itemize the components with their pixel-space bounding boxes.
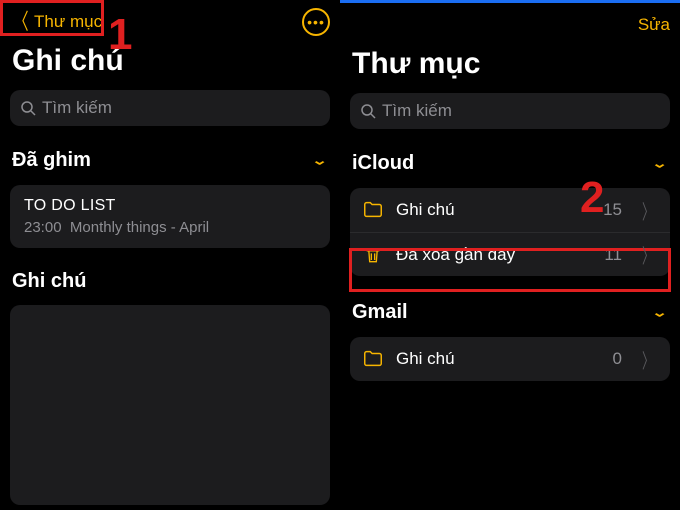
top-nav: 〈 Thư mục ••• <box>10 0 330 40</box>
account-section-gmail[interactable]: Gmail ⌄ <box>350 296 670 337</box>
edit-button[interactable]: Sửa <box>638 15 670 35</box>
folder-label: Đã xoá gần đây <box>396 245 592 265</box>
folder-count: 15 <box>603 200 622 220</box>
folder-group-icloud: Ghi chú 15 〉 Đã xoá gần đây 11 〉 <box>350 188 670 276</box>
search-placeholder: Tìm kiếm <box>42 98 112 118</box>
note-title: TO DO LIST <box>24 197 316 215</box>
folder-row-recently-deleted[interactable]: Đã xoá gần đây 11 〉 <box>350 232 670 276</box>
folder-icon <box>362 199 384 221</box>
folder-icon <box>362 348 384 370</box>
chevron-right-icon: 〉 <box>642 240 654 269</box>
account-name: iCloud <box>352 152 414 175</box>
back-label: Thư mục <box>34 12 102 32</box>
folder-label: Ghi chú <box>396 349 601 369</box>
more-options-button[interactable]: ••• <box>302 8 330 36</box>
chevron-down-icon: ⌄ <box>651 156 668 171</box>
back-button[interactable]: 〈 Thư mục <box>10 11 102 33</box>
section-title: Đã ghim <box>12 149 91 172</box>
search-field[interactable]: Tìm kiếm <box>350 93 670 129</box>
chevron-down-icon: ⌄ <box>311 153 328 168</box>
notes-list-screen: 1 〈 Thư mục ••• Ghi chú Tìm kiếm Đã ghim… <box>0 0 340 510</box>
folder-row-notes[interactable]: Ghi chú 0 〉 <box>350 337 670 381</box>
trash-icon <box>362 244 384 266</box>
folder-count: 0 <box>613 349 622 369</box>
notes-list-empty <box>10 305 330 505</box>
chevron-left-icon: 〈 <box>13 11 28 33</box>
folders-screen: 2 Sửa Thư mục Tìm kiếm iCloud ⌄ Ghi chú … <box>340 0 680 510</box>
account-name: Gmail <box>352 301 408 324</box>
pinned-section-header[interactable]: Đã ghim ⌄ <box>10 144 330 185</box>
notes-section-header: Ghi chú <box>12 270 328 293</box>
page-title: Ghi chú <box>12 44 330 78</box>
account-section-icloud[interactable]: iCloud ⌄ <box>350 147 670 188</box>
folder-label: Ghi chú <box>396 200 591 220</box>
folder-row-notes[interactable]: Ghi chú 15 〉 <box>350 188 670 232</box>
chevron-right-icon: 〉 <box>642 196 654 225</box>
search-icon <box>20 100 36 116</box>
search-icon <box>360 103 376 119</box>
search-field[interactable]: Tìm kiếm <box>10 90 330 126</box>
ellipsis-icon: ••• <box>307 14 325 30</box>
chevron-down-icon: ⌄ <box>651 305 668 320</box>
search-placeholder: Tìm kiếm <box>382 101 452 121</box>
note-row[interactable]: TO DO LIST 23:00 Monthly things - April <box>10 185 330 248</box>
note-preview: Monthly things - April <box>70 219 209 236</box>
page-title: Thư mục <box>352 47 670 81</box>
folder-count: 11 <box>604 245 622 265</box>
top-nav: Sửa <box>350 3 670 43</box>
folder-group-gmail: Ghi chú 0 〉 <box>350 337 670 381</box>
chevron-right-icon: 〉 <box>642 345 654 374</box>
note-meta: 23:00 Monthly things - April <box>24 219 316 236</box>
note-time: 23:00 <box>24 219 62 236</box>
